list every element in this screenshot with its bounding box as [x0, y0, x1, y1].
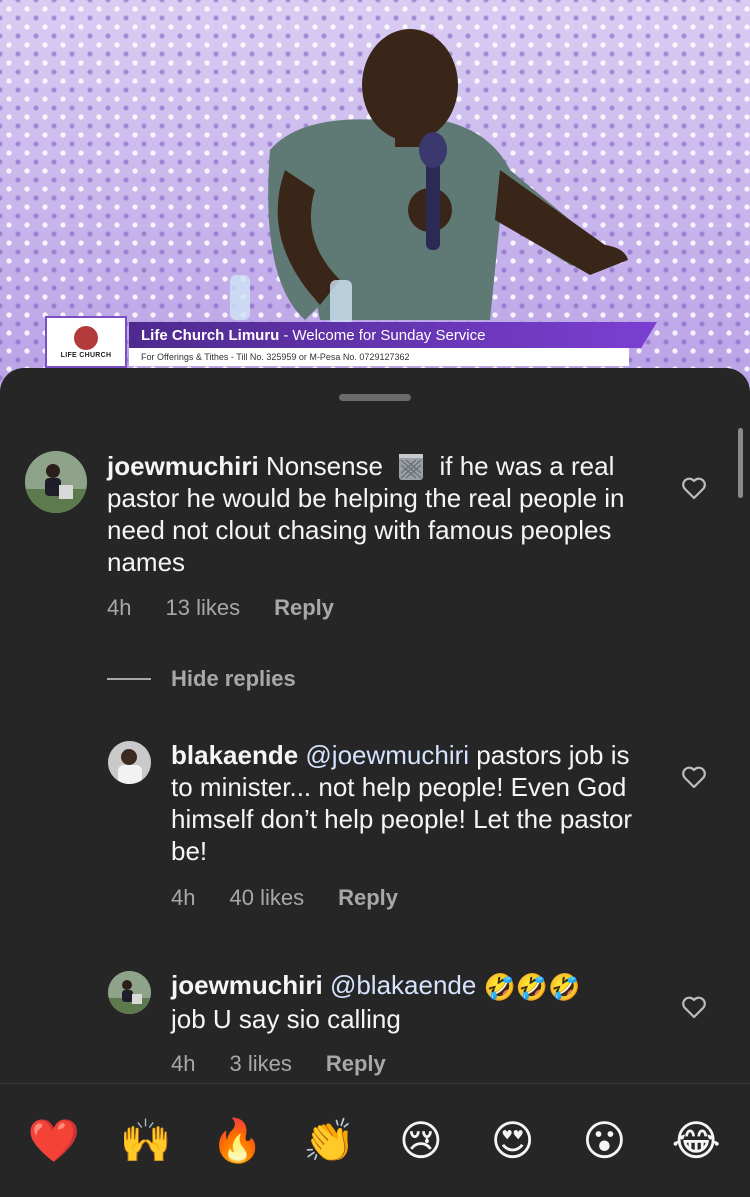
- reply-body: job U say sio calling: [171, 1004, 401, 1034]
- clapping-hands-reaction[interactable]: 👏: [299, 1119, 359, 1162]
- scrollbar[interactable]: [738, 428, 743, 498]
- banner-separator: -: [283, 326, 289, 344]
- reply-meta: 4h 3 likes Reply: [171, 1051, 420, 1077]
- heart-eyes-reaction[interactable]: 😍: [483, 1119, 543, 1162]
- reply-time: 4h: [171, 1051, 196, 1076]
- banner-subtitle: For Offerings & Tithes - Till No. 325959…: [129, 348, 629, 366]
- comment-meta: 4h 13 likes Reply: [107, 595, 368, 621]
- reply-time: 4h: [171, 885, 196, 910]
- reply-text: blakaende @joewmuchiri pastors job is to…: [171, 739, 651, 867]
- reply-button[interactable]: Reply: [338, 885, 398, 911]
- banner-title-bar: Life Church Limuru - Welcome for Sunday …: [129, 322, 657, 348]
- reply-mention[interactable]: @blakaende: [330, 970, 476, 1000]
- red-heart-reaction[interactable]: ❤️: [24, 1119, 84, 1162]
- comment-time: 4h: [107, 595, 132, 620]
- heart-outline-icon[interactable]: [681, 476, 707, 500]
- reply-username[interactable]: joewmuchiri: [171, 970, 323, 1000]
- reply-likes[interactable]: 40 likes: [229, 885, 304, 911]
- sheet-grabber[interactable]: [339, 394, 411, 401]
- comment-likes[interactable]: 13 likes: [165, 595, 240, 621]
- reply-text: joewmuchiri @blakaende 🤣🤣🤣 job U say sio…: [171, 969, 651, 1035]
- reply-mention[interactable]: @joewmuchiri: [305, 740, 469, 770]
- avatar[interactable]: [108, 741, 151, 784]
- raised-hands-reaction[interactable]: 🙌: [116, 1119, 176, 1162]
- reply-likes[interactable]: 3 likes: [229, 1051, 291, 1077]
- crying-face-reaction[interactable]: 😢: [391, 1119, 451, 1162]
- laughing-emoji: 🤣🤣🤣: [483, 972, 581, 1002]
- hide-replies-label: Hide replies: [171, 666, 296, 691]
- reply-meta: 4h 40 likes Reply: [171, 885, 432, 911]
- broadcast-banner: LIFE CHURCH Life Church Limuru - Welcome…: [45, 316, 657, 368]
- surprised-face-reaction[interactable]: 😮: [574, 1119, 634, 1162]
- quick-reactions-bar: ❤️ 🙌 🔥 👏 😢 😍 😮 😂: [0, 1084, 750, 1197]
- comment-text: joewmuchiri Nonsense if he was a real pa…: [107, 450, 637, 578]
- banner-title: Life Church Limuru: [141, 326, 280, 344]
- fire-reaction[interactable]: 🔥: [207, 1119, 267, 1162]
- banner-welcome: Welcome for Sunday Service: [292, 326, 486, 344]
- hide-replies-button[interactable]: Hide replies: [107, 666, 296, 692]
- reply-button[interactable]: Reply: [326, 1051, 386, 1077]
- comment-body-start: Nonsense: [265, 451, 384, 481]
- heart-outline-icon[interactable]: [681, 765, 707, 789]
- reply-username[interactable]: blakaende: [171, 740, 298, 770]
- wastebasket-icon: [399, 454, 424, 480]
- comment-username[interactable]: joewmuchiri: [107, 451, 259, 481]
- avatar[interactable]: [25, 451, 87, 513]
- church-logo-text: LIFE CHURCH: [60, 351, 112, 359]
- heart-outline-icon[interactable]: [681, 995, 707, 1019]
- avatar[interactable]: [108, 971, 151, 1014]
- church-logo-mark: [74, 325, 98, 350]
- church-logo: LIFE CHURCH: [45, 316, 127, 368]
- tears-of-joy-reaction[interactable]: 😂: [666, 1119, 726, 1162]
- hide-replies-line: [107, 678, 151, 680]
- reply-button[interactable]: Reply: [274, 595, 334, 621]
- comments-sheet: joewmuchiri Nonsense if he was a real pa…: [0, 368, 750, 1197]
- video-player[interactable]: LIFE CHURCH Life Church Limuru - Welcome…: [0, 0, 750, 400]
